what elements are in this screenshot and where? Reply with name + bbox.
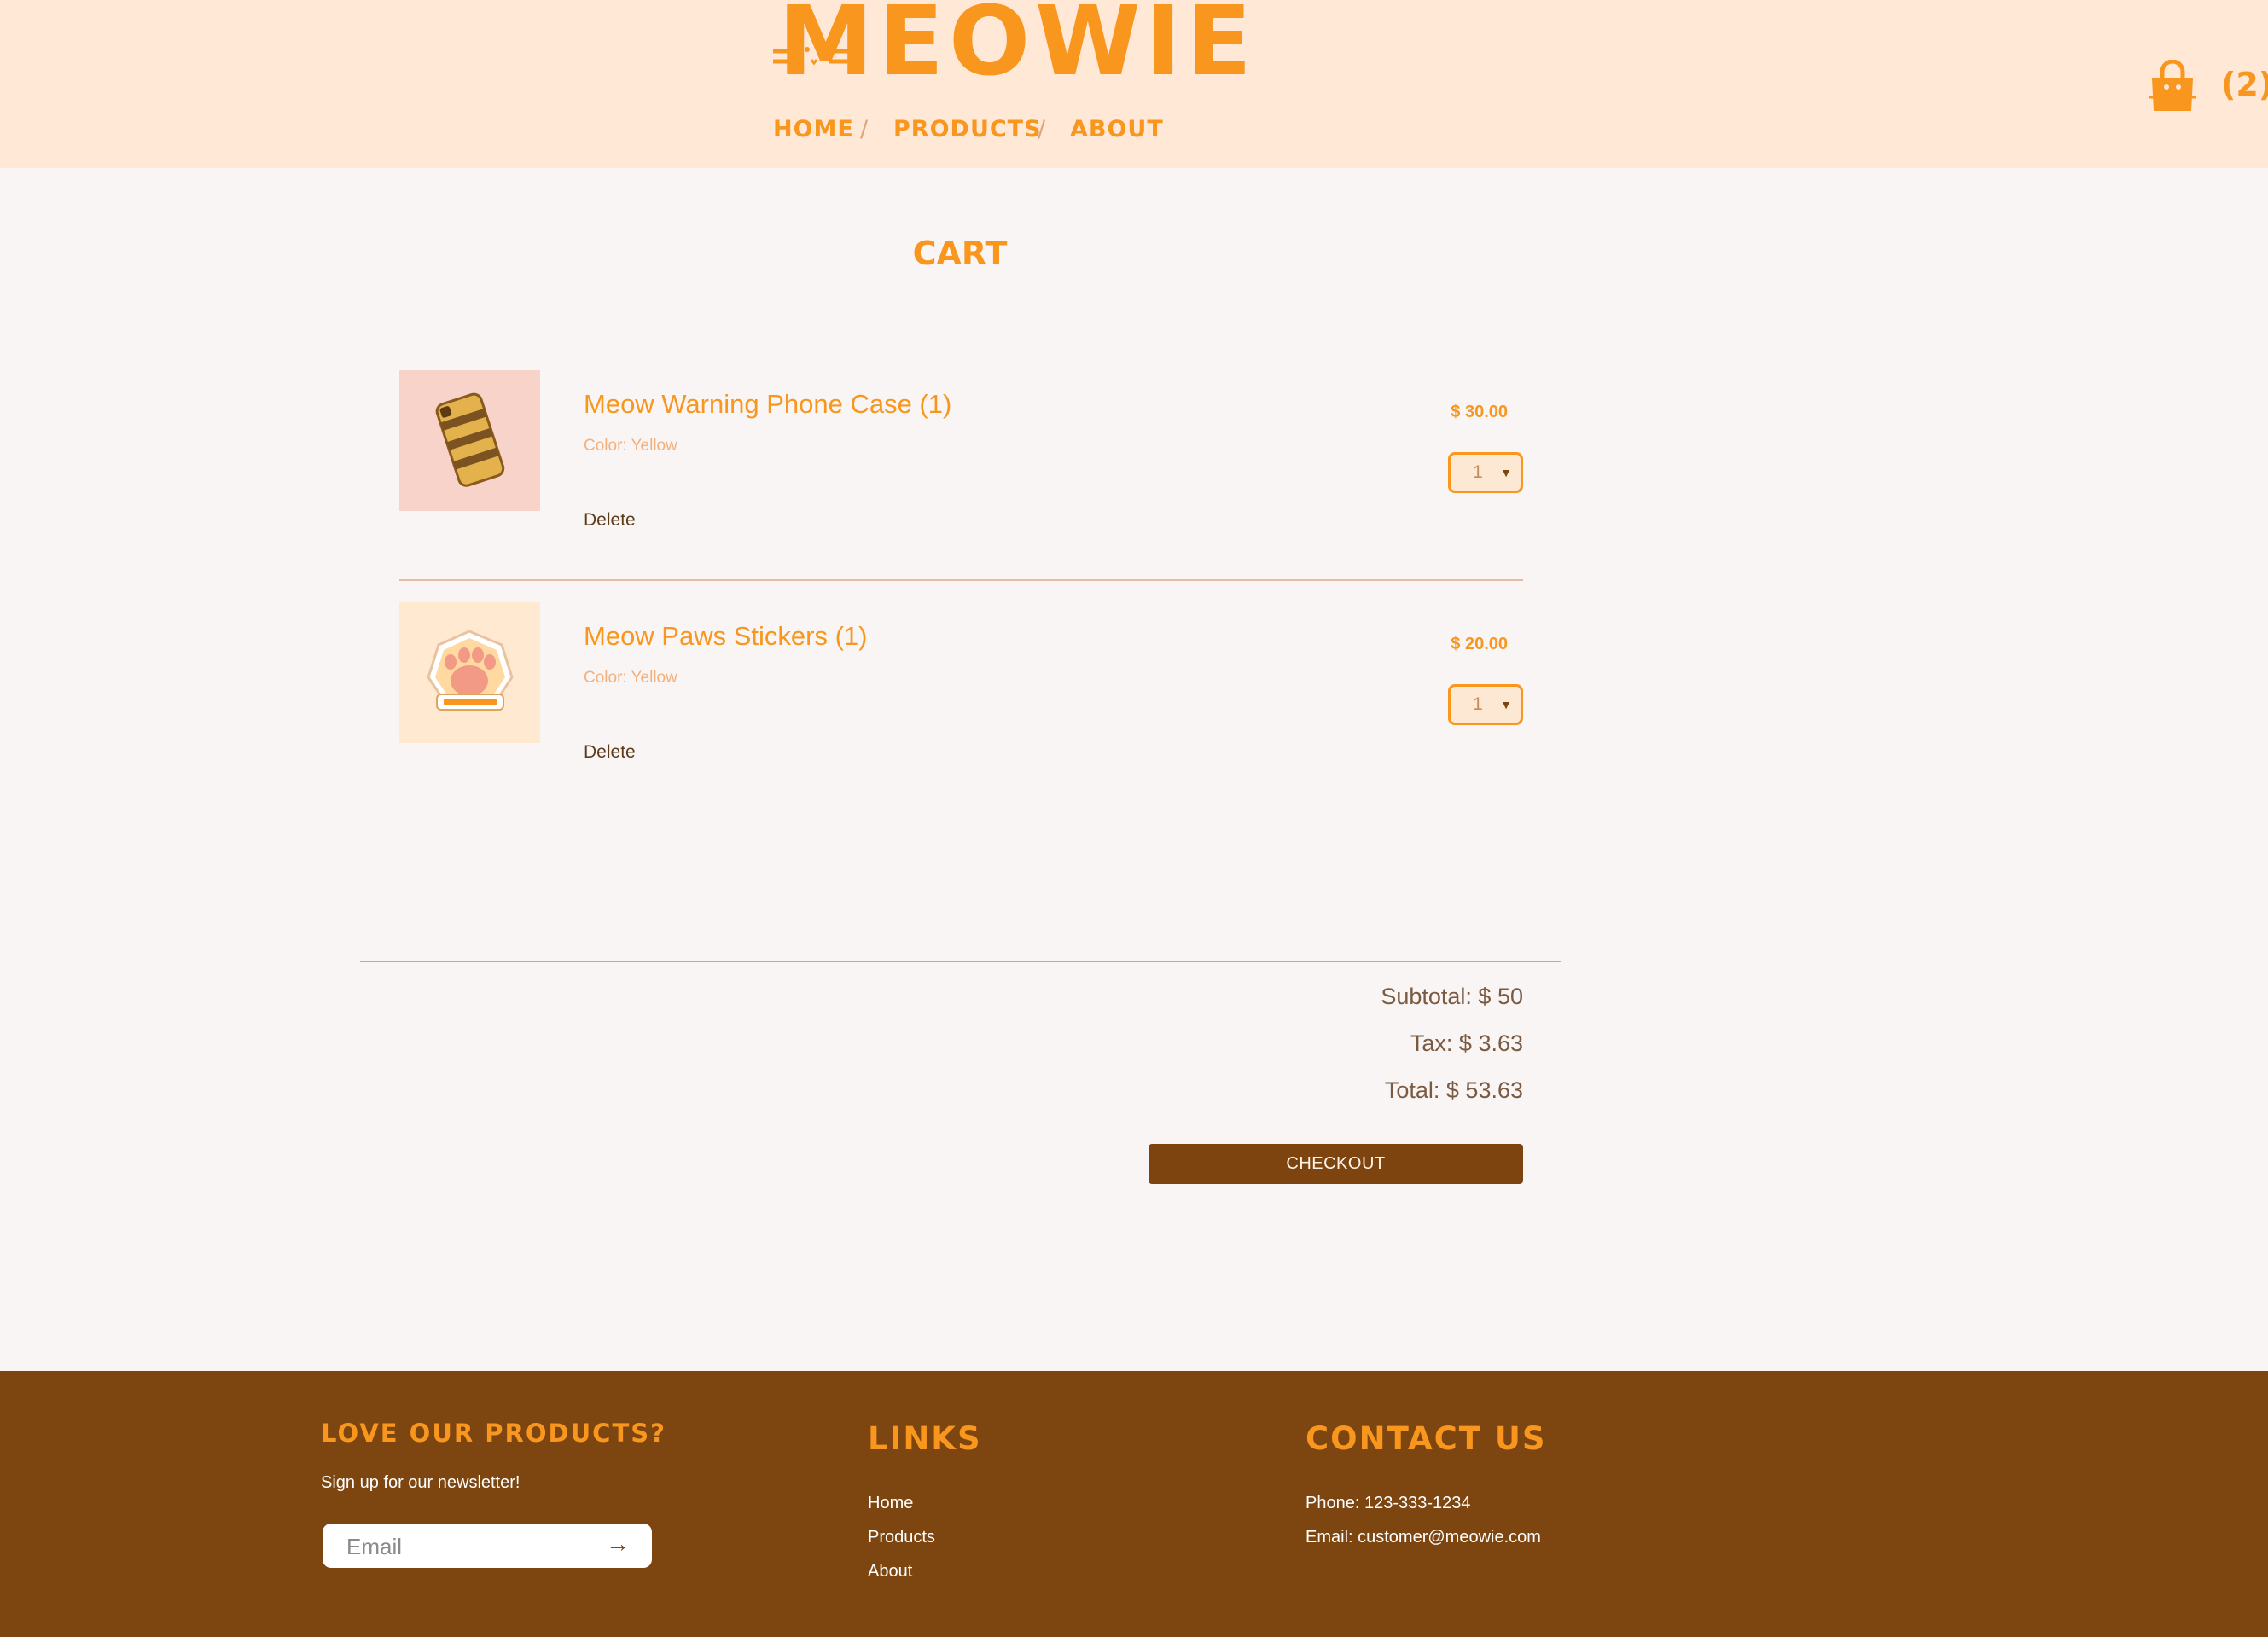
cart-item: Meow Warning Phone Case (1) Color: Yello… xyxy=(399,370,1523,530)
contact-email[interactable]: Email: customer@meowie.com xyxy=(1306,1528,1541,1547)
main-navigation: HOME / PRODUCTS / ABOUT xyxy=(0,113,2268,147)
nav-home-link[interactable]: HOME xyxy=(773,113,854,147)
links-heading: LINKS xyxy=(868,1420,982,1457)
item-color: Color: Yellow xyxy=(584,669,677,687)
phone-case-image[interactable] xyxy=(399,370,540,511)
email-input[interactable] xyxy=(345,1529,596,1564)
contact-heading: CONTACT US xyxy=(1306,1420,1547,1457)
item-price: $ 30.00 xyxy=(1451,403,1508,421)
checkout-button[interactable]: CHECKOUT xyxy=(1149,1144,1523,1184)
nav-separator: / xyxy=(860,116,869,142)
footer-link-products[interactable]: Products xyxy=(868,1528,935,1547)
shopping-bag-icon xyxy=(2149,60,2196,111)
cat-whiskers-icon xyxy=(773,47,855,66)
quantity-select[interactable]: 1 ▼ xyxy=(1448,452,1523,493)
item-color: Color: Yellow xyxy=(584,437,677,455)
quantity-value: 1 xyxy=(1473,462,1483,482)
footer-link-home[interactable]: Home xyxy=(868,1494,913,1513)
footer-link-about[interactable]: About xyxy=(868,1562,912,1582)
newsletter-heading: LOVE OUR PRODUCTS? xyxy=(321,1419,666,1448)
nav-about-link[interactable]: ABOUT xyxy=(1070,113,1164,147)
delete-item-button[interactable]: Delete xyxy=(584,510,636,531)
delete-item-button[interactable]: Delete xyxy=(584,742,636,763)
cart-count-badge: (2) xyxy=(2221,66,2268,103)
totals-divider xyxy=(360,961,1561,962)
site-footer: LOVE OUR PRODUCTS? Sign up for our newsl… xyxy=(0,1371,2268,1637)
chevron-down-icon: ▼ xyxy=(1500,698,1512,711)
newsletter-form: → xyxy=(323,1524,652,1568)
cart-item: Meow Paws Stickers (1) Color: Yellow Del… xyxy=(399,602,1523,762)
nav-products-link[interactable]: PRODUCTS xyxy=(893,113,1042,147)
paw-sticker-image[interactable] xyxy=(399,602,540,743)
item-name[interactable]: Meow Warning Phone Case (1) xyxy=(584,389,951,420)
quantity-value: 1 xyxy=(1473,694,1483,714)
page-title: CART xyxy=(912,235,1008,272)
total-text: Total: $ 53.63 xyxy=(1384,1077,1523,1103)
nav-separator: / xyxy=(1038,116,1047,142)
chevron-down-icon: ▼ xyxy=(1500,466,1512,479)
subtotal-text: Subtotal: $ 50 xyxy=(1381,984,1523,1009)
item-name[interactable]: Meow Paws Stickers (1) xyxy=(584,621,867,652)
tax-text: Tax: $ 3.63 xyxy=(1410,1030,1523,1056)
item-price: $ 20.00 xyxy=(1451,635,1508,653)
newsletter-text: Sign up for our newsletter! xyxy=(321,1473,520,1492)
item-divider xyxy=(399,579,1523,581)
site-header: MEOWIE HOME / PRODUCTS / ABOUT (2) xyxy=(0,0,2268,168)
contact-phone: Phone: 123-333-1234 xyxy=(1306,1494,1471,1512)
quantity-select[interactable]: 1 ▼ xyxy=(1448,684,1523,725)
cart-button[interactable]: (2) xyxy=(2149,56,2268,116)
arrow-right-icon[interactable]: → xyxy=(606,1530,630,1558)
